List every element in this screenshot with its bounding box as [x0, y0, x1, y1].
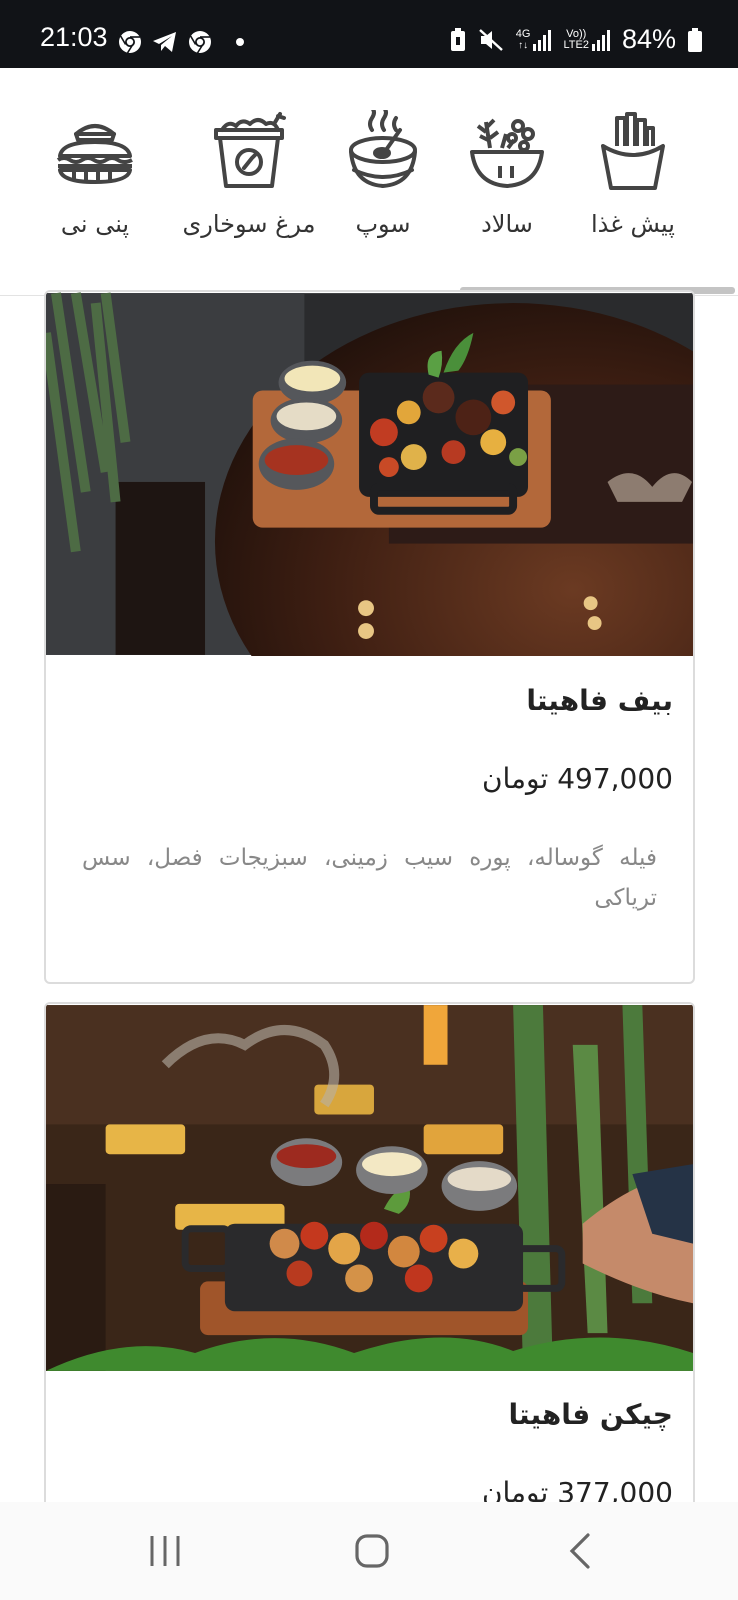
back-button[interactable]	[520, 1502, 640, 1600]
chicken-fajita-photo	[46, 1005, 693, 1371]
category-label: پنی نی	[60, 210, 130, 238]
category-fried-chicken[interactable]: مرغ سوخاری	[174, 110, 324, 260]
home-button[interactable]	[312, 1502, 432, 1600]
status-indicators: 4G ↑↓ Vo)) LTE2 84%	[450, 24, 702, 55]
menu-item-title: چیکن فاهیتا	[508, 1398, 673, 1431]
home-icon	[355, 1534, 389, 1568]
mute-icon	[478, 28, 503, 51]
signal-icon	[533, 29, 552, 51]
beef-fajita-photo	[46, 292, 693, 656]
category-bar[interactable]: پیش غذا سالاد سوپ مرغ سوخاری پنی نی	[0, 68, 738, 296]
status-bar: 21:03 4G ↑↓ Vo)) LTE2 84%	[0, 0, 738, 68]
network-4g: 4G ↑↓	[515, 27, 552, 51]
battery-saver-icon	[450, 27, 465, 51]
category-label: سوپ	[355, 210, 411, 238]
network-lte: Vo)) LTE2	[563, 28, 610, 51]
recents-icon	[150, 1536, 180, 1566]
chrome-icon	[189, 31, 211, 54]
category-appetizer[interactable]: پیش غذا	[568, 110, 698, 260]
category-salad[interactable]: سالاد	[442, 110, 572, 260]
network-type-label: 4G	[515, 27, 531, 40]
menu-item-price: 497,000 تومان	[481, 762, 673, 795]
category-label: مرغ سوخاری	[182, 210, 316, 238]
fries-icon	[601, 112, 665, 190]
system-navigation-bar	[0, 1502, 738, 1600]
category-label: سالاد	[481, 210, 533, 238]
category-penne[interactable]: پنی نی	[30, 110, 160, 260]
recents-button[interactable]	[105, 1502, 225, 1600]
category-label: پیش غذا	[591, 210, 675, 238]
menu-item-card[interactable]: چیکن فاهیتا 377,000 تومان	[44, 1002, 695, 1542]
chrome-icon	[119, 31, 141, 54]
lte2-label: LTE2	[563, 38, 589, 51]
signal-icon	[591, 29, 610, 51]
telegram-icon	[153, 32, 176, 52]
sandwich-icon	[56, 124, 133, 184]
status-app-icons	[118, 30, 244, 54]
battery-percentage: 84%	[621, 24, 676, 54]
menu-item-card[interactable]: بیف فاهیتا 497,000 تومان فیله گوساله، پو…	[44, 290, 695, 984]
soup-icon	[349, 110, 417, 188]
menu-item-title: بیف فاهیتا	[526, 684, 673, 717]
category-soup[interactable]: سوپ	[318, 110, 448, 260]
notification-dot	[236, 38, 244, 46]
menu-item-description: فیله گوساله، پوره سیب زمینی، سبزیجات فصل…	[82, 845, 657, 911]
back-icon	[569, 1533, 590, 1569]
salad-icon	[470, 118, 544, 188]
battery-icon	[688, 27, 702, 52]
status-time: 21:03	[40, 22, 108, 52]
fried-chicken-bucket-icon	[214, 112, 286, 188]
